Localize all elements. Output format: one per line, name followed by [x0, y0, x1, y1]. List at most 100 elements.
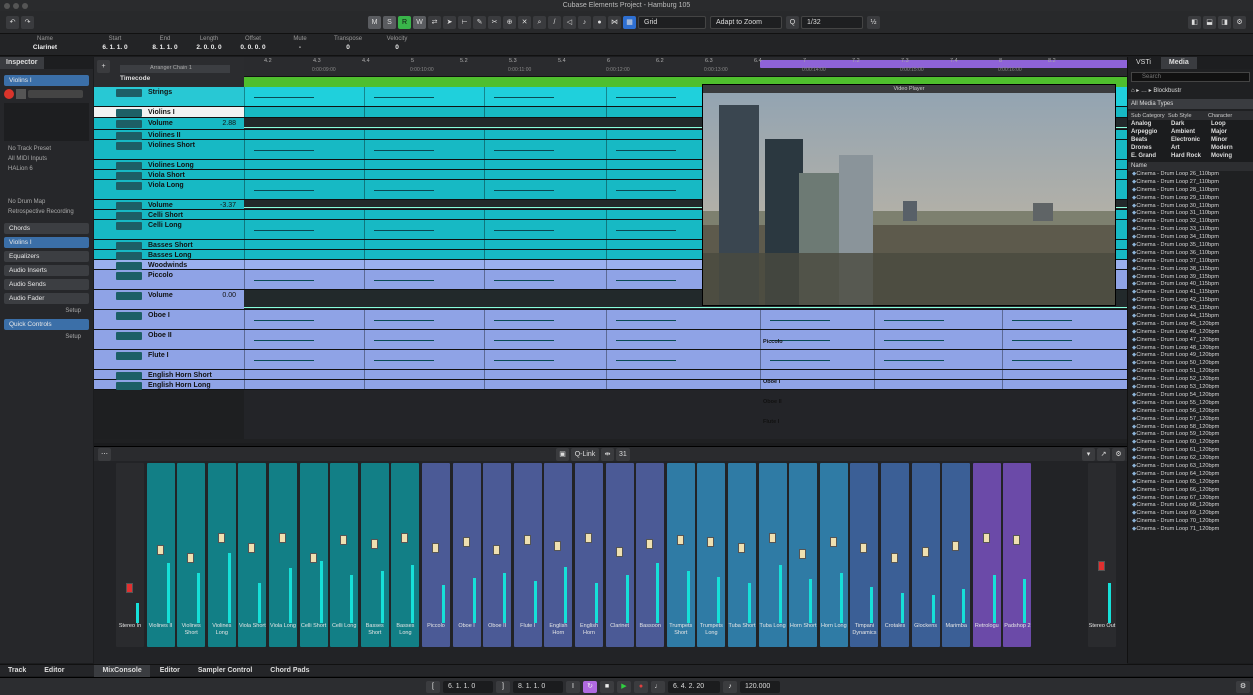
media-result-item[interactable]: Cinema - Drum Loop 45_120bpm	[1128, 321, 1253, 329]
track-volume[interactable]: Volume 0.00	[94, 290, 244, 310]
setup-button[interactable]: Setup	[4, 307, 89, 316]
mute-solo-buttons[interactable]	[116, 132, 142, 140]
midi-part[interactable]	[364, 210, 484, 219]
volume-fader[interactable]	[248, 543, 256, 553]
track-preset-select[interactable]: No Track Preset	[4, 145, 89, 154]
read-button[interactable]: R	[398, 16, 411, 29]
info-offset[interactable]: Offset 0. 0. 0. 0	[238, 36, 268, 51]
media-result-item[interactable]: Cinema - Drum Loop 55_120bpm	[1128, 400, 1253, 408]
channel-name[interactable]: Bassoon	[636, 623, 664, 630]
midi-part[interactable]	[364, 370, 484, 379]
pencil-tool-icon[interactable]: ✎	[473, 16, 486, 29]
track-volume[interactable]: Volume 2.88	[94, 118, 244, 130]
tab-inspector[interactable]: Inspector	[0, 57, 44, 69]
media-result-item[interactable]: Cinema - Drum Loop 56_120bpm	[1128, 408, 1253, 416]
mute-solo-buttons[interactable]	[116, 272, 142, 280]
tab-mixconsole[interactable]: MixConsole	[94, 665, 150, 677]
tab-editor[interactable]: Editor	[152, 665, 188, 677]
track-violines-short[interactable]: Violines Short	[94, 140, 244, 160]
midi-part[interactable]	[760, 370, 880, 379]
style-item[interactable]: Electronic Art	[1168, 136, 1208, 152]
character-item[interactable]: Loop	[1208, 120, 1248, 128]
media-result-item[interactable]: Cinema - Drum Loop 68_120bpm	[1128, 502, 1253, 510]
track-violins-i[interactable]: Violins I	[94, 107, 244, 118]
track-english-horn-short[interactable]: English Horn Short	[94, 370, 244, 380]
channel-name[interactable]: Violines II	[147, 623, 175, 630]
media-result-item[interactable]: Cinema - Drum Loop 64_120bpm	[1128, 471, 1253, 479]
media-result-item[interactable]: Cinema - Drum Loop 57_120bpm	[1128, 416, 1253, 424]
channel-name[interactable]: Padshop 2	[1003, 623, 1031, 630]
media-result-item[interactable]: Cinema - Drum Loop 54_120bpm	[1128, 392, 1253, 400]
layout-right-icon[interactable]: ◨	[1218, 16, 1231, 29]
channel-name[interactable]: Flute I	[514, 623, 542, 630]
style-list[interactable]: Dark Ambient Electronic Art Hard Rock	[1168, 120, 1208, 160]
tab-vsti[interactable]: VSTi	[1128, 57, 1159, 69]
character-item[interactable]: Major	[1208, 128, 1248, 136]
track-piccolo[interactable]: Piccolo	[94, 270, 244, 290]
volume-fader[interactable]	[554, 541, 562, 551]
media-result-item[interactable]: Cinema - Drum Loop 42_115bpm	[1128, 297, 1253, 305]
volume-fader[interactable]	[982, 533, 990, 543]
track-english-horn-long[interactable]: English Horn Long	[94, 380, 244, 390]
track-volume[interactable]: Volume -3.37	[94, 200, 244, 210]
section-audio-sends[interactable]: Audio Sends	[4, 279, 89, 290]
track-lane[interactable]	[244, 330, 1127, 350]
media-result-item[interactable]: Cinema - Drum Loop 33_110bpm	[1128, 226, 1253, 234]
category-list[interactable]: Analog Arpeggio Beats Drones E. Grand	[1128, 120, 1168, 160]
settings-icon[interactable]: ⚙	[1233, 16, 1246, 29]
midi-part[interactable]	[364, 260, 484, 269]
channel-name[interactable]: Trumpets Long	[697, 623, 725, 636]
output-select[interactable]: HALion 6	[4, 165, 89, 174]
media-result-item[interactable]: Cinema - Drum Loop 39_115bpm	[1128, 274, 1253, 282]
monitor-icon[interactable]	[16, 89, 26, 99]
media-result-item[interactable]: Cinema - Drum Loop 53_120bpm	[1128, 384, 1253, 392]
mute-solo-buttons[interactable]	[116, 89, 142, 97]
midi-part[interactable]	[244, 107, 364, 117]
channel-name[interactable]: Basses Long	[391, 623, 419, 636]
volume-fader[interactable]	[340, 535, 348, 545]
channel-name[interactable]: Celli Short	[300, 623, 328, 630]
track-lane[interactable]	[244, 380, 1127, 390]
media-result-item[interactable]: Cinema - Drum Loop 70_120bpm	[1128, 518, 1253, 526]
mute-solo-buttons[interactable]	[116, 262, 142, 270]
write-button[interactable]: W	[413, 16, 426, 29]
cycle-icon[interactable]: ↻	[583, 681, 597, 693]
media-result-item[interactable]: Cinema - Drum Loop 47_120bpm	[1128, 337, 1253, 345]
volume-fader[interactable]	[615, 547, 623, 557]
character-list[interactable]: Loop Major Minor Modern Moving	[1208, 120, 1248, 160]
channel-name[interactable]: Piccolo	[422, 623, 450, 630]
volume-fader[interactable]	[921, 547, 929, 557]
volume-fader[interactable]	[768, 533, 776, 543]
midi-part[interactable]	[244, 160, 364, 169]
track-celli-long[interactable]: Celli Long	[94, 220, 244, 240]
quantize-preset-select[interactable]: 1/32	[801, 16, 863, 29]
right-locator[interactable]: 8. 1. 1. 0	[513, 681, 563, 693]
media-result-item[interactable]: Cinema - Drum Loop 32_110bpm	[1128, 218, 1253, 226]
midi-part[interactable]	[244, 170, 364, 179]
track-viola-short[interactable]: Viola Short	[94, 170, 244, 180]
undo-icon[interactable]: ↶	[6, 16, 19, 29]
channel-name[interactable]: Violines Long	[208, 623, 236, 636]
solo-button[interactable]: S	[383, 16, 396, 29]
mute-solo-buttons[interactable]	[116, 162, 142, 170]
channel-name[interactable]: Horn Long	[820, 623, 848, 630]
grid-type-select[interactable]: Adapt to Zoom	[710, 16, 782, 29]
record-icon[interactable]: ●	[634, 681, 648, 693]
media-result-item[interactable]: Cinema - Drum Loop 30_110bpm	[1128, 203, 1253, 211]
media-result-item[interactable]: Cinema - Drum Loop 51_120bpm	[1128, 368, 1253, 376]
section-audio-fader[interactable]: Audio Fader	[4, 293, 89, 304]
info-velocity[interactable]: Velocity 0	[382, 36, 412, 51]
mute-solo-buttons[interactable]	[116, 372, 142, 380]
layout-left-icon[interactable]: ◧	[1188, 16, 1201, 29]
volume-fader[interactable]	[187, 553, 195, 563]
section-audio-inserts[interactable]: Audio Inserts	[4, 265, 89, 276]
info-mute[interactable]: Mute -	[285, 36, 315, 51]
left-locator-icon[interactable]: [	[426, 681, 440, 693]
track-lane[interactable]	[244, 350, 1127, 370]
inspector-track-name[interactable]: Violins I	[4, 75, 89, 86]
midi-part[interactable]	[484, 250, 604, 259]
midi-part[interactable]	[364, 240, 484, 249]
media-result-item[interactable]: Cinema - Drum Loop 28_110bpm	[1128, 187, 1253, 195]
track-basses-short[interactable]: Basses Short	[94, 240, 244, 250]
automation-value[interactable]: 0.00	[222, 290, 236, 301]
